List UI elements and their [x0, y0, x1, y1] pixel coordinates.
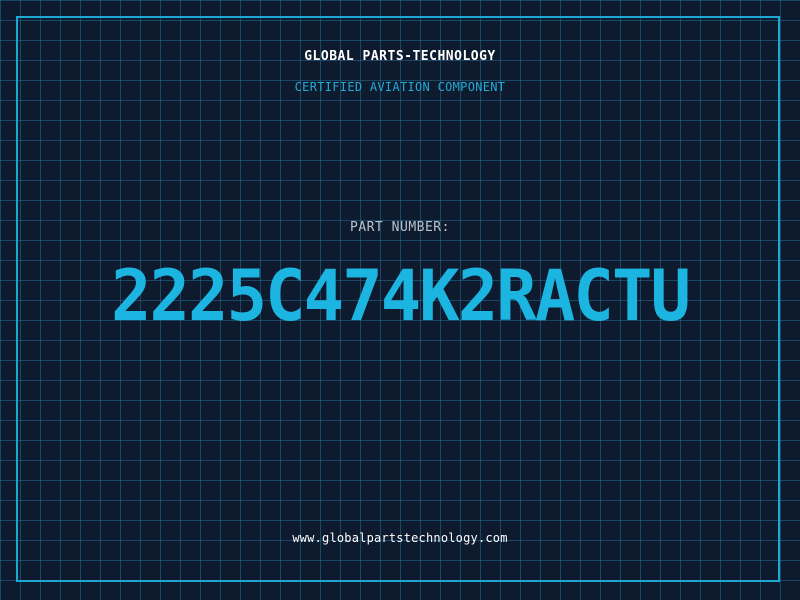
part-label-card: GLOBAL PARTS-TECHNOLOGY CERTIFIED AVIATI…	[0, 0, 800, 600]
website-url: www.globalpartstechnology.com	[292, 531, 508, 545]
part-number-value: 2225C474K2RACTU	[110, 255, 691, 337]
tagline: CERTIFIED AVIATION COMPONENT	[294, 80, 506, 94]
brand-name: GLOBAL PARTS-TECHNOLOGY	[304, 49, 496, 64]
part-number-label: PART NUMBER:	[350, 220, 450, 235]
